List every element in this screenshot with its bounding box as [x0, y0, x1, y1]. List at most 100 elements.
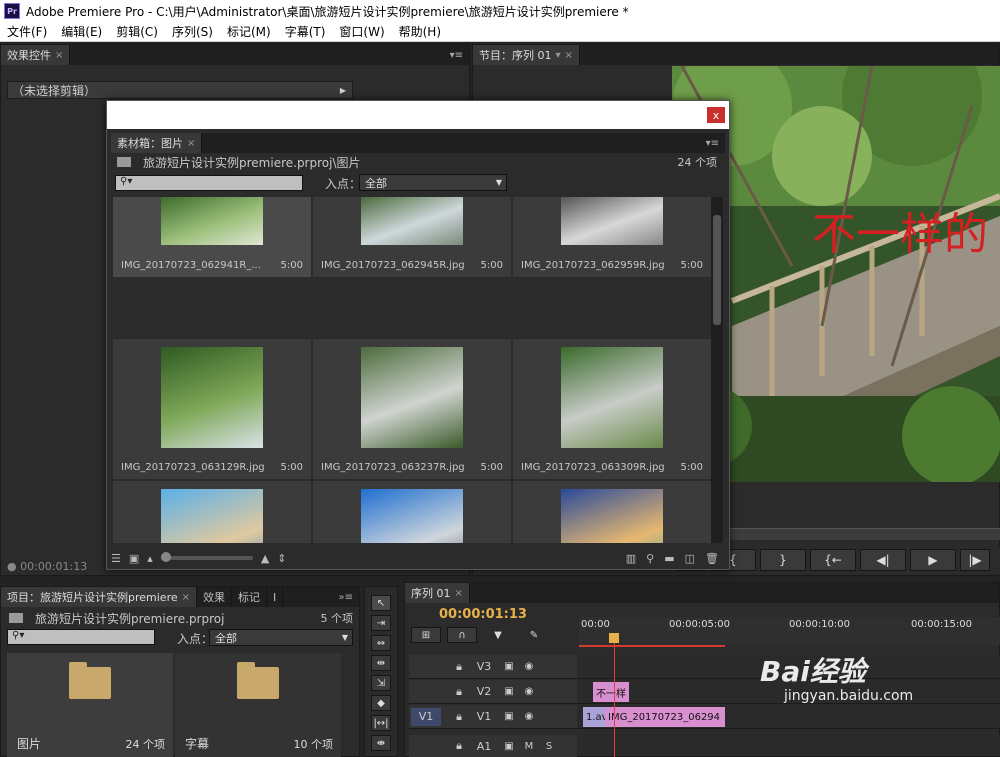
- sync-icon[interactable]: ▣: [499, 711, 519, 722]
- ripple-edit-tool-icon[interactable]: ⇔: [371, 635, 391, 651]
- bin-thumbnail-item[interactable]: [313, 481, 511, 543]
- track-select-tool-icon[interactable]: ⇥: [371, 615, 391, 631]
- title-clip[interactable]: 不一样: [593, 682, 629, 702]
- eye-icon[interactable]: ◉: [519, 686, 539, 697]
- step-forward-button[interactable]: |▶: [960, 549, 990, 571]
- add-marker-icon[interactable]: ▼: [483, 627, 513, 643]
- bin-inpoint-select[interactable]: 全部 ▼: [359, 174, 507, 191]
- snap-icon[interactable]: ∩: [447, 627, 477, 643]
- program-scrub-bar[interactable]: [730, 528, 1000, 540]
- bin-thumbnail-item[interactable]: IMG_20170723_063309R.jpg 5:00: [513, 339, 711, 479]
- panel-menu-icon[interactable]: »≡: [339, 592, 354, 603]
- play-button[interactable]: ▶: [910, 549, 956, 571]
- scrollbar-thumb[interactable]: [713, 215, 721, 325]
- close-icon[interactable]: ×: [55, 50, 63, 61]
- zoom-slider-knob[interactable]: [160, 552, 171, 562]
- tab-effect-controls[interactable]: 效果控件 ×: [1, 45, 71, 65]
- menu-sequence[interactable]: 序列(S): [165, 23, 220, 40]
- eye-icon[interactable]: ◉: [519, 711, 539, 722]
- close-icon[interactable]: ×: [565, 50, 573, 61]
- new-item-icon[interactable]: ◫: [685, 552, 695, 565]
- solo-icon[interactable]: S: [539, 741, 559, 752]
- eye-icon[interactable]: ◉: [519, 661, 539, 672]
- menu-window[interactable]: 窗口(W): [332, 23, 391, 40]
- zoom-out-icon[interactable]: ▴: [147, 552, 153, 565]
- zoom-in-icon[interactable]: ▲: [261, 552, 269, 565]
- dropdown-icon[interactable]: ▾: [556, 50, 561, 61]
- menu-file[interactable]: 文件(F): [0, 23, 54, 40]
- list-view-icon[interactable]: ☰: [111, 552, 121, 565]
- bin-window-titlebar[interactable]: x: [107, 101, 729, 129]
- project-bin-item[interactable]: 字幕 10 个项: [175, 653, 341, 757]
- sync-icon[interactable]: ▣: [499, 661, 519, 672]
- timeline-settings-icon[interactable]: ✎: [519, 627, 549, 643]
- slide-tool-icon[interactable]: ⇼: [371, 735, 391, 751]
- video-clip[interactable]: 1.avi: [583, 707, 605, 727]
- menu-clip[interactable]: 剪辑(C): [109, 23, 165, 40]
- rolling-edit-tool-icon[interactable]: ⇹: [371, 655, 391, 671]
- playhead-handle[interactable]: [609, 633, 619, 643]
- sync-icon[interactable]: ▣: [499, 686, 519, 697]
- playhead-line[interactable]: [614, 633, 615, 757]
- bin-scrollbar[interactable]: [711, 197, 723, 543]
- trash-icon[interactable]: 🗑︎: [705, 552, 719, 565]
- track-source-patch[interactable]: [411, 683, 441, 701]
- expand-arrow-icon[interactable]: ▶: [340, 86, 346, 95]
- image-clip[interactable]: IMG_20170723_06294: [605, 707, 725, 727]
- tab-more[interactable]: I: [267, 587, 284, 607]
- find-icon[interactable]: ⚲: [646, 552, 654, 565]
- track-source-patch[interactable]: [411, 658, 441, 676]
- bin-thumbnail-item[interactable]: [113, 481, 311, 543]
- menu-title[interactable]: 字幕(T): [278, 23, 333, 40]
- tab-effects[interactable]: 效果: [197, 587, 233, 607]
- tab-project[interactable]: 项目：旅游短片设计实例premiere ×: [1, 587, 198, 607]
- menu-marker[interactable]: 标记(M): [220, 23, 278, 40]
- bin-thumbnail-item[interactable]: IMG_20170723_063129R.jpg 5:00: [113, 339, 311, 479]
- panel-menu-icon[interactable]: ▾≡: [706, 138, 719, 149]
- sync-icon[interactable]: ▣: [499, 741, 519, 752]
- zoom-slider[interactable]: [160, 552, 253, 562]
- mute-icon[interactable]: M: [519, 741, 539, 752]
- timeline-timecode[interactable]: 00:00:01:13: [439, 607, 527, 622]
- bin-search-input[interactable]: ⚲▾: [115, 175, 303, 191]
- timeline-ruler[interactable]: 00:00 00:00:05:00 00:00:10:00 00:00:15:0…: [579, 617, 1000, 645]
- work-area-bar[interactable]: [579, 645, 725, 647]
- new-bin-icon[interactable]: ▬: [664, 552, 674, 565]
- menu-help[interactable]: 帮助(H): [392, 23, 448, 40]
- icon-view-icon[interactable]: ▣: [129, 552, 139, 565]
- razor-tool-icon[interactable]: ◆: [371, 695, 391, 711]
- close-icon[interactable]: ×: [455, 588, 463, 599]
- selection-tool-icon[interactable]: ↖: [371, 595, 391, 611]
- track-source-patch[interactable]: V1: [411, 707, 441, 726]
- close-icon[interactable]: ×: [187, 138, 195, 149]
- tab-markers[interactable]: 标记: [232, 587, 268, 607]
- lock-icon[interactable]: 🔒︎: [449, 660, 469, 674]
- tab-sequence[interactable]: 序列 01 ×: [405, 583, 470, 603]
- bin-thumbnail-item[interactable]: IMG_20170723_062959R.jpg 5:00: [513, 197, 711, 277]
- close-button[interactable]: x: [707, 107, 725, 123]
- bin-thumbnail-item[interactable]: IMG_20170723_062941R_... 5:00: [113, 197, 311, 277]
- project-inpoint-select[interactable]: 全部 ▼: [209, 629, 353, 646]
- go-to-in-button[interactable]: {←: [810, 549, 856, 571]
- slip-tool-icon[interactable]: |↔|: [371, 715, 391, 731]
- nest-sequence-icon[interactable]: ⊞: [411, 627, 441, 643]
- menu-edit[interactable]: 编辑(E): [54, 23, 109, 40]
- track-source-patch[interactable]: [411, 737, 441, 755]
- close-icon[interactable]: ×: [182, 592, 190, 603]
- bin-thumbnail-item[interactable]: [513, 481, 711, 543]
- bin-thumbnail-item[interactable]: IMG_20170723_062945R.jpg 5:00: [313, 197, 511, 277]
- step-back-frame-button[interactable]: ◀|: [860, 549, 906, 571]
- sort-icon[interactable]: ⇕: [277, 552, 286, 565]
- tab-program[interactable]: 节目：序列 01 ▾ ×: [473, 45, 580, 65]
- lock-icon[interactable]: 🔒︎: [449, 710, 469, 724]
- lock-icon[interactable]: 🔒︎: [449, 685, 469, 699]
- bin-thumbnail-item[interactable]: IMG_20170723_063237R.jpg 5:00: [313, 339, 511, 479]
- panel-menu-icon[interactable]: ▾≡: [450, 50, 463, 61]
- automate-to-sequence-icon[interactable]: ▥: [626, 552, 636, 565]
- rate-stretch-tool-icon[interactable]: ⇲: [371, 675, 391, 691]
- project-bin-item[interactable]: 图片 24 个项: [7, 653, 173, 757]
- lock-icon[interactable]: 🔒︎: [449, 739, 469, 753]
- mark-out-button[interactable]: }: [760, 549, 806, 571]
- tab-bin[interactable]: 素材箱：图片 ×: [111, 133, 203, 153]
- folder-up-icon[interactable]: [117, 157, 131, 167]
